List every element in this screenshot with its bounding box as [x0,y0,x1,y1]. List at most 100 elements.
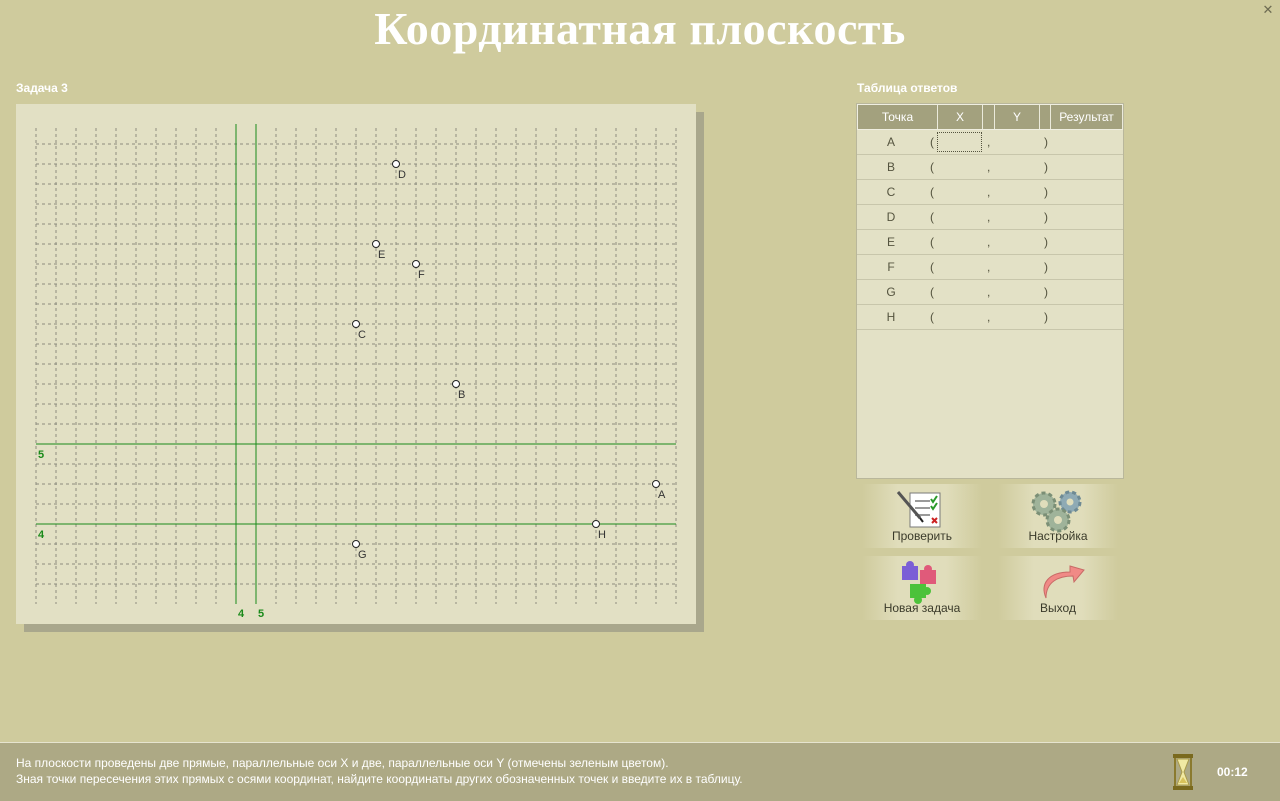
y-coordinate-input[interactable] [994,282,1039,302]
point-name-cell: B [886,160,895,174]
instruction-line-1: На плоскости проведены две прямые, парал… [16,756,669,770]
column-header-spacer [1040,105,1051,129]
comma-separator: , [987,210,991,224]
close-paren: ) [1044,285,1048,299]
point-g: G [352,540,367,561]
point-marker [372,240,380,248]
grid-lines [35,128,677,604]
point-label: D [398,169,406,181]
point-marker [392,160,400,168]
x-coordinate-input[interactable] [937,232,982,252]
timer: 00:12 [1217,765,1248,779]
y-coordinate-input[interactable] [994,182,1039,202]
point-marker [652,480,660,488]
x-coordinate-input[interactable] [937,182,982,202]
point-label: C [358,329,366,341]
arrow-back-icon [1043,565,1085,599]
green-line-labels: 5 4 4 5 [38,449,264,620]
point-label: E [378,249,385,261]
open-paren: ( [930,260,934,274]
answer-row-f: F (,) [857,255,1123,280]
close-paren: ) [1044,235,1048,249]
answers-table-label: Таблица ответов [857,81,958,95]
point-label: B [458,389,465,401]
comma-separator: , [987,285,991,299]
y-coordinate-input[interactable] [994,157,1039,177]
open-paren: ( [930,285,934,299]
open-paren: ( [930,210,934,224]
point-marker [412,260,420,268]
checklist-icon [896,491,941,528]
x-coordinate-input[interactable] [937,257,982,277]
comma-separator: , [987,160,991,174]
exit-button-label: Выход [1040,601,1076,615]
settings-button-label: Настройка [1028,529,1088,543]
column-header-result[interactable]: Результат [1051,105,1123,129]
y-coordinate-input[interactable] [994,307,1039,327]
coordinate-plane[interactable]: A B C D E F G H 5 4 4 5 [16,104,696,624]
x-coordinate-input[interactable] [937,132,982,152]
x-line-label-4: 4 [238,608,245,620]
plotted-points: A B C D E F G H [352,160,666,561]
task-label: Задача 3 [16,81,68,95]
settings-button[interactable]: Настройка [998,484,1118,548]
x-coordinate-input[interactable] [937,157,982,177]
comma-separator: , [987,135,991,149]
open-paren: ( [930,235,934,249]
point-c: C [352,320,366,341]
answer-row-a: A (,) [857,130,1123,155]
coordinate-plane-svg[interactable]: A B C D E F G H 5 4 4 5 [16,104,696,624]
y-coordinate-input[interactable] [994,207,1039,227]
column-header-x[interactable]: X [938,105,983,129]
column-header-point[interactable]: Точка [858,105,938,129]
open-paren: ( [930,310,934,324]
comma-separator: , [987,185,991,199]
footer-status-bar: На плоскости проведены две прямые, парал… [0,742,1280,801]
open-paren: ( [930,160,934,174]
close-paren: ) [1044,210,1048,224]
point-label: H [598,529,606,541]
y-coordinate-input[interactable] [994,257,1039,277]
x-coordinate-input[interactable] [937,307,982,327]
point-marker [352,320,360,328]
puzzle-icon [902,561,936,604]
x-coordinate-input[interactable] [937,282,982,302]
point-name-cell: E [886,235,895,249]
open-paren: ( [930,135,934,149]
answer-row-d: D (,) [857,205,1123,230]
x-line-label-5: 5 [258,608,264,620]
new-task-button[interactable]: Новая задача [862,556,982,620]
answer-row-c: C (,) [857,180,1123,205]
y-coordinate-input[interactable] [994,232,1039,252]
close-paren: ) [1044,135,1048,149]
close-icon[interactable]: ✕ [1262,3,1274,16]
check-button[interactable]: Проверить [862,484,982,548]
close-paren: ) [1044,260,1048,274]
point-marker [352,540,360,548]
point-name-cell: A [886,135,895,149]
hourglass-icon [1173,754,1193,790]
y-line-label-4: 4 [38,529,45,541]
point-a: A [652,480,666,501]
point-f: F [412,260,425,281]
point-marker [452,380,460,388]
point-name-cell: G [886,285,896,299]
point-name-cell: H [886,310,896,324]
close-paren: ) [1044,310,1048,324]
x-coordinate-input[interactable] [937,207,982,227]
point-marker [592,520,600,528]
point-label: F [418,269,425,281]
y-coordinate-input[interactable] [994,132,1039,152]
answers-table: Точка X Y Результат A (,) B (,) C (,) D (,) E (,)… [856,103,1124,479]
column-header-y[interactable]: Y [995,105,1040,129]
exit-button[interactable]: Выход [998,556,1118,620]
point-label: A [658,489,666,501]
point-name-cell: F [887,260,895,274]
column-header-spacer [983,105,995,129]
point-name-cell: C [886,185,896,199]
y-line-label-5: 5 [38,449,44,461]
answer-row-g: G (,) [857,280,1123,305]
gears-icon [1031,490,1082,533]
answers-table-header: Точка X Y Результат [857,104,1123,130]
comma-separator: , [987,260,991,274]
